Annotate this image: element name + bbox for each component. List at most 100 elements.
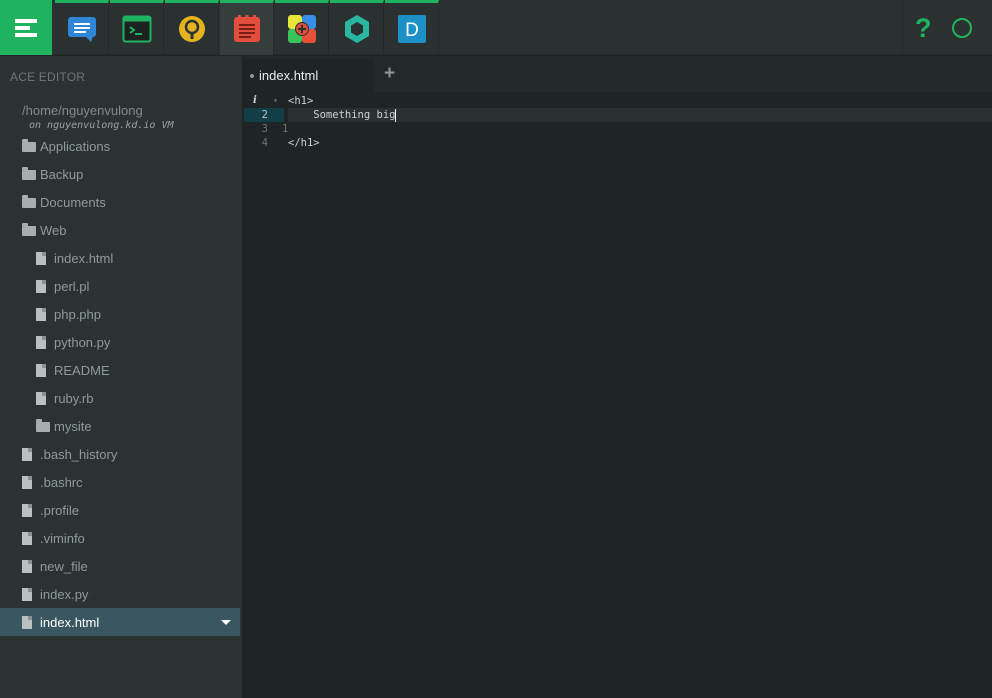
tree-item-label: .bash_history (40, 446, 118, 462)
line-number: 4 (261, 137, 268, 149)
main-menu-button[interactable] (0, 0, 52, 55)
vm-host-label: on nguyenvulong.kd.io VM (29, 120, 174, 131)
tree-folder-applications[interactable]: Applications (0, 132, 240, 160)
tree-file-viminfo[interactable]: .viminfo (0, 524, 240, 552)
tree-item-label: new_file (40, 558, 88, 574)
tree-file-index-html[interactable]: index.html (0, 244, 240, 272)
tree-file-profile[interactable]: .profile (0, 496, 240, 524)
tree-file-bashrc[interactable]: .bashrc (0, 468, 240, 496)
tree-item-label: Applications (40, 138, 111, 154)
tree-item-label: .viminfo (40, 530, 85, 546)
file-icon (22, 587, 32, 601)
code-editor: index.html + i 1 ▾ 2 3 4 <h1> Something … (244, 56, 992, 698)
sidebar-title: ACE EDITOR (10, 70, 86, 84)
vm-root-path[interactable]: /home/nguyenvulong (22, 103, 143, 118)
info-icon[interactable]: i (253, 94, 257, 108)
tree-folder-mysite[interactable]: mysite (0, 412, 240, 440)
file-tree-sidebar: ACE EDITOR /home/nguyenvulong on nguyenv… (0, 56, 242, 698)
app-tab-terminal[interactable] (110, 0, 164, 55)
top-right-controls: ? (902, 0, 992, 55)
tree-item-label: perl.pl (54, 278, 90, 294)
status-circle-icon[interactable] (952, 18, 972, 38)
folder-open-icon (22, 223, 36, 236)
app-tab-hexagon[interactable] (330, 0, 384, 55)
editor-tab-label: index.html (259, 68, 319, 83)
help-icon[interactable]: ? (915, 13, 932, 44)
file-icon (22, 475, 32, 489)
support-icon (178, 16, 205, 42)
tree-item-label: python.py (54, 334, 111, 350)
modified-dot-icon (250, 73, 254, 78)
add-tab-button[interactable]: + (384, 63, 395, 85)
tree-item-label: .profile (40, 502, 80, 518)
folder-icon (36, 419, 50, 432)
tree-item-label: Backup (40, 166, 84, 182)
fold-arrow-icon[interactable]: ▾ (273, 94, 278, 108)
tree-folder-backup[interactable]: Backup (0, 160, 240, 188)
tree-file-python[interactable]: python.py (0, 328, 240, 356)
file-icon (36, 251, 46, 265)
code-line[interactable]: <h1> (288, 94, 992, 108)
tree-file-bash-history[interactable]: .bash_history (0, 440, 240, 468)
app-tab-ace-editor[interactable] (220, 0, 274, 55)
editor-tab-index-html[interactable]: index.html (244, 59, 374, 92)
tree-item-label: php.php (54, 306, 101, 322)
code-line[interactable]: </h1> (288, 136, 992, 150)
app-tab-d[interactable]: D (385, 0, 439, 55)
file-icon (22, 559, 32, 573)
tree-item-label: .bashrc (40, 474, 83, 490)
app-tab-app-store[interactable] (275, 0, 329, 55)
tree-file-new-file[interactable]: new_file (0, 552, 240, 580)
tree-file-index-html-selected[interactable]: index.html (0, 608, 240, 636)
tree-file-perl[interactable]: perl.pl (0, 272, 240, 300)
tree-file-ruby[interactable]: ruby.rb (0, 384, 240, 412)
tree-file-readme[interactable]: README (0, 356, 240, 384)
tree-item-label: index.html (40, 614, 100, 630)
file-icon (36, 307, 46, 321)
file-icon (36, 363, 46, 377)
app-tab-support[interactable] (165, 0, 219, 55)
notepad-icon (233, 15, 260, 42)
tree-folder-documents[interactable]: Documents (0, 188, 240, 216)
file-icon (22, 503, 32, 517)
tree-item-label: Documents (40, 194, 106, 210)
line-number: i 1 ▾ (253, 94, 289, 135)
file-icon (22, 531, 32, 545)
code-line-text: Something big (288, 109, 396, 121)
editor-tab-bar: index.html + (244, 56, 992, 92)
code-text-area[interactable]: <h1> Something big </h1> (288, 94, 992, 150)
file-icon (22, 447, 32, 461)
chat-icon (67, 17, 96, 42)
hamburger-icon (15, 16, 37, 40)
tree-item-label: Web (40, 222, 67, 238)
tree-item-label: index.py (40, 586, 89, 602)
tree-item-label: README (54, 362, 110, 378)
app-tab-chat[interactable] (55, 0, 109, 55)
chevron-down-icon[interactable] (221, 620, 231, 625)
file-icon (36, 335, 46, 349)
app-store-icon (287, 15, 316, 43)
file-icon (36, 391, 46, 405)
svg-text:D: D (405, 20, 419, 41)
line-number-gutter: i 1 ▾ 2 3 4 (244, 94, 289, 150)
code-line-active[interactable]: Something big (288, 108, 992, 122)
tree-item-label: index.html (54, 250, 114, 266)
line-number: 2 (244, 108, 284, 122)
tree-folder-web[interactable]: Web (0, 216, 240, 244)
terminal-icon (122, 15, 151, 43)
tree-file-php[interactable]: php.php (0, 300, 240, 328)
code-line[interactable] (288, 122, 992, 136)
file-icon (36, 279, 46, 293)
top-bar: D ? (0, 0, 992, 55)
d-app-icon: D (397, 15, 426, 43)
line-number: 3 (261, 123, 268, 135)
file-icon (22, 615, 32, 629)
folder-icon (22, 167, 36, 180)
tree-item-label: ruby.rb (54, 390, 94, 406)
tree-file-index-py[interactable]: index.py (0, 580, 240, 608)
hexagon-icon (344, 15, 369, 43)
tree-item-label: mysite (54, 418, 92, 434)
folder-icon (22, 195, 36, 208)
folder-icon (22, 139, 36, 152)
text-cursor (395, 108, 397, 122)
